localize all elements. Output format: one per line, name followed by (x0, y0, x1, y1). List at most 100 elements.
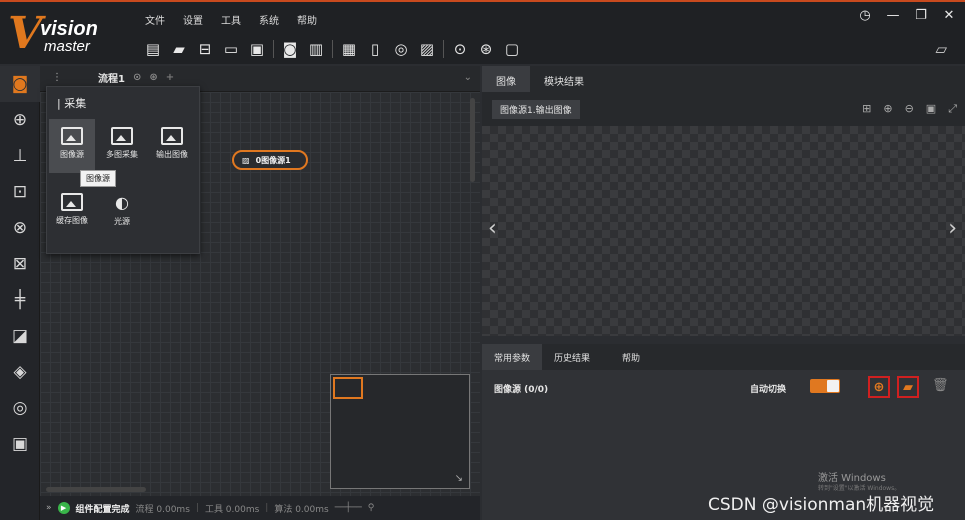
tool-popup: | 采集 图像源 多图采集 输出图像 缓存图像 ◐ 光源 (46, 86, 200, 254)
tab-common-params[interactable]: 常用参数 (482, 344, 543, 370)
run-loop-icon[interactable]: ⊛ (473, 38, 499, 60)
zoom-slider[interactable]: ──┼── (335, 503, 362, 513)
tool-category-rail: ◙ ⊕ ⊥ ⊡ ⊗ ⊠ ╪ ◪ ◈ ◎ ▣ (0, 66, 40, 520)
image-source-select[interactable]: 图像源1.输出图像 (492, 100, 580, 119)
tool-light-source[interactable]: ◐ 光源 (99, 185, 145, 239)
clock-icon[interactable]: ◷ (857, 8, 873, 23)
flow-tree-icon[interactable]: ⋮ (52, 72, 62, 83)
tab-history-results[interactable]: 历史结果 (542, 344, 602, 370)
app-logo: V vision master (8, 8, 128, 60)
status-ok-icon: ▶ (57, 502, 70, 514)
resize-corner-icon[interactable]: ↘ (455, 473, 463, 484)
tool-multi-capture[interactable]: 多图采集 (99, 119, 145, 173)
image-viewer[interactable]: ‹ › (482, 126, 965, 336)
image-node-icon: ▨ (242, 155, 250, 165)
tool-time: 工具 0.00ms (204, 504, 260, 515)
title-bar: V vision master 文件 设置 工具 系统 帮助 ▤ ▰ ⊟ ▭ ▣… (0, 0, 965, 64)
menu-settings[interactable]: 设置 (174, 8, 212, 28)
close-icon[interactable]: ✕ (941, 8, 957, 23)
io-icon[interactable]: ▯ (362, 38, 388, 60)
flow-tab-label: 流程1 (98, 74, 125, 85)
auto-switch-label: 自动切换 (750, 385, 787, 395)
defect-icon[interactable]: ◈ (0, 354, 40, 390)
tab-flow1[interactable]: 流程1 ⊙ ⊛ + (98, 70, 174, 85)
tool-label: 输出图像 (156, 150, 188, 159)
toolbar-divider (443, 40, 444, 58)
canvas-minimap[interactable]: ↘ (330, 374, 470, 489)
toolbar-divider (273, 40, 274, 58)
folder-icon[interactable]: ▱ (935, 40, 947, 58)
menu-system[interactable]: 系统 (250, 8, 288, 28)
activation-notice-title: 激活 Windows (818, 473, 886, 484)
frame-icon[interactable]: ▢ (499, 38, 525, 60)
calendar-icon[interactable]: ▣ (244, 38, 270, 60)
parameter-tabs: 常用参数 历史结果 帮助 (482, 344, 965, 370)
menu-file[interactable]: 文件 (136, 8, 174, 28)
chevron-down-icon[interactable]: ⌄ (464, 72, 472, 83)
save-as-icon[interactable]: ⊟ (192, 38, 218, 60)
add-image-button[interactable]: ⊕ (868, 376, 890, 398)
menu-tools[interactable]: 工具 (212, 8, 250, 28)
prev-image-icon[interactable]: ‹ (488, 216, 497, 241)
minimap-viewport[interactable] (333, 377, 363, 399)
tool-output-image[interactable]: 输出图像 (149, 119, 195, 173)
window-controls: ◷ — ❐ ✕ (857, 8, 957, 23)
deep-learning-icon[interactable]: ◎ (0, 390, 40, 426)
variable-icon[interactable]: ▦ (336, 38, 362, 60)
fullscreen-icon[interactable]: ⤢ (948, 102, 957, 116)
status-bar: » ▶ 组件配置完成 流程 0.00ms | 工具 0.00ms | 算法 0.… (40, 496, 480, 520)
menu-bar: 文件 设置 工具 系统 帮助 (136, 8, 326, 28)
zoom-in-icon[interactable]: ⊕ (883, 102, 892, 116)
delete-icon[interactable]: 🗑 (932, 378, 949, 393)
save-icon[interactable]: ▤ (140, 38, 166, 60)
zoom-out-icon[interactable]: ⊖ (905, 102, 914, 116)
run-once-icon[interactable]: ⊙ (447, 38, 473, 60)
image-process-icon[interactable]: ╪ (0, 282, 40, 318)
actual-size-icon[interactable]: ▣ (926, 102, 936, 116)
measure-icon[interactable]: ⊥ (0, 138, 40, 174)
locate-icon[interactable]: ⊕ (0, 102, 40, 138)
equalizer-icon[interactable]: ▥ (303, 38, 329, 60)
menu-help[interactable]: 帮助 (288, 8, 326, 28)
add-folder-button[interactable]: ▰ (897, 376, 919, 398)
open-folder-icon[interactable]: ▰ (166, 38, 192, 60)
logo-letter: V (8, 8, 43, 59)
canvas-vertical-scrollbar[interactable] (470, 98, 475, 182)
zoom-icon[interactable]: ⚲ (368, 503, 375, 513)
color-process-icon[interactable]: ◪ (0, 318, 40, 354)
canvas-horizontal-scrollbar[interactable] (46, 487, 146, 492)
logic-icon[interactable]: ▣ (0, 426, 40, 462)
camera-icon[interactable]: ◙ (277, 38, 303, 60)
output-image-icon (161, 127, 183, 145)
logo-sub-text: master (44, 38, 90, 55)
add-flow-icon[interactable]: + (166, 72, 174, 83)
tool-label: 缓存图像 (56, 216, 88, 225)
flow-time: 流程 0.00ms (135, 504, 190, 515)
minimize-icon[interactable]: — (885, 8, 901, 23)
fit-icon[interactable]: ⊞ (862, 102, 871, 116)
recognize-icon[interactable]: ⊡ (0, 174, 40, 210)
result-tabs: 图像 模块结果 (482, 66, 965, 92)
image-source-node[interactable]: ▨ 0图像源1 (232, 150, 308, 170)
tool-image-source[interactable]: 图像源 (49, 119, 95, 173)
next-image-icon[interactable]: › (948, 216, 957, 241)
restore-icon[interactable]: ❐ (913, 8, 929, 23)
monitor-icon[interactable]: ▭ (218, 38, 244, 60)
auto-switch-toggle[interactable] (810, 379, 840, 393)
communication-icon[interactable]: ◎ (388, 38, 414, 60)
tab-module-results[interactable]: 模块结果 (530, 66, 598, 92)
script-icon[interactable]: ▨ (414, 38, 440, 60)
tab-help[interactable]: 帮助 (602, 344, 652, 370)
calibrate-icon[interactable]: ⊗ (0, 210, 40, 246)
panel-divider[interactable] (482, 336, 965, 344)
tab-image[interactable]: 图像 (482, 66, 530, 92)
capture-camera-icon[interactable]: ◙ (0, 66, 40, 102)
expand-icon[interactable]: » (46, 503, 52, 513)
align-icon[interactable]: ⊠ (0, 246, 40, 282)
run-flow-icon[interactable]: ⊙ (133, 72, 141, 83)
node-label: 0图像源1 (255, 155, 291, 165)
image-view-tools: ⊞ ⊕ ⊖ ▣ ⤢ (862, 102, 957, 116)
toolbar-divider (332, 40, 333, 58)
loop-flow-icon[interactable]: ⊛ (149, 72, 157, 83)
tool-cache-image[interactable]: 缓存图像 (49, 185, 95, 239)
